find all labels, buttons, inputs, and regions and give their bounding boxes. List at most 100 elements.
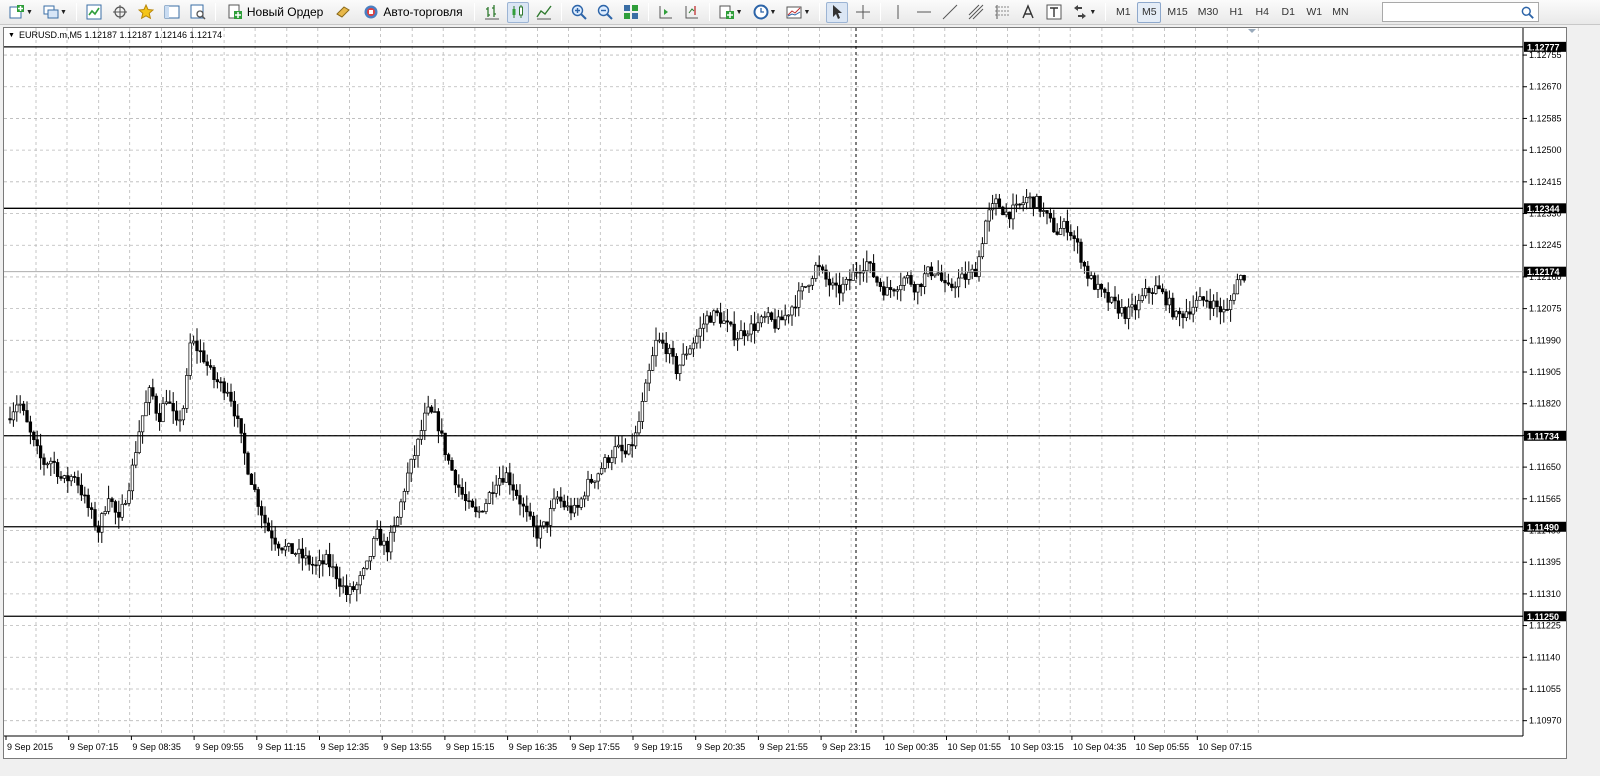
- candle-body: [1048, 212, 1053, 219]
- candle-body: [786, 314, 791, 317]
- timeframe-m1-button[interactable]: M1: [1111, 2, 1135, 23]
- candle-body: [589, 478, 594, 483]
- candle-body: [620, 444, 624, 452]
- candle-body: [783, 314, 787, 321]
- candle-body: [134, 452, 138, 466]
- timeframe-mn-button[interactable]: MN: [1328, 2, 1352, 23]
- search-icon[interactable]: [1521, 6, 1534, 19]
- candle-body: [1194, 299, 1199, 308]
- fibonacci-button[interactable]: [991, 2, 1013, 23]
- indicators-button[interactable]: ▼: [716, 2, 746, 23]
- candle-body: [1143, 287, 1148, 297]
- triangle-down-icon[interactable]: ▼: [8, 32, 15, 39]
- candle-body: [460, 487, 464, 495]
- candle-body: [688, 348, 692, 355]
- candle-body: [1164, 291, 1168, 306]
- candle-body: [38, 445, 43, 459]
- candle-body: [827, 278, 832, 286]
- candle-body: [433, 411, 437, 413]
- timeframe-h4-button[interactable]: H4: [1250, 2, 1274, 23]
- candle-body: [735, 338, 740, 341]
- cursor-tool-button[interactable]: [826, 1, 849, 23]
- crosshair-tool-button[interactable]: [852, 2, 874, 23]
- candle-body: [467, 500, 471, 503]
- candle-body: [1014, 203, 1019, 206]
- line-chart-button[interactable]: [533, 2, 555, 23]
- search-input[interactable]: [1382, 2, 1539, 22]
- favorites-button[interactable]: [135, 2, 157, 23]
- auto-trading-button[interactable]: Авто-торговля: [358, 2, 467, 23]
- new-order-button[interactable]: Новый Ордер: [222, 2, 328, 23]
- candle-body: [548, 508, 553, 526]
- market-watch-button[interactable]: [83, 2, 105, 23]
- candle-body: [1021, 202, 1025, 206]
- strategy-tester-button[interactable]: [187, 2, 209, 23]
- y-tick-label: 1.11820: [1529, 399, 1561, 409]
- zoom-out-button[interactable]: [594, 2, 616, 23]
- arrows-button[interactable]: ▼: [1069, 2, 1099, 23]
- x-tick-label: 9 Sep 08:35: [132, 742, 181, 752]
- candle-body: [817, 264, 821, 268]
- candle-body: [1208, 301, 1212, 309]
- timeframe-h1-button[interactable]: H1: [1224, 2, 1248, 23]
- trendline-button[interactable]: [939, 2, 961, 23]
- price-chart[interactable]: 1.127551.126701.125851.125001.124151.123…: [4, 28, 1568, 760]
- candle-body: [678, 364, 682, 374]
- text-label-button[interactable]: [1043, 2, 1065, 23]
- candle-body: [406, 472, 410, 492]
- horizontal-line-button[interactable]: [913, 2, 935, 23]
- candlestick-chart-button[interactable]: [506, 1, 529, 23]
- candle-body: [701, 323, 706, 329]
- vertical-line-button[interactable]: [887, 2, 909, 23]
- x-tick-label: 9 Sep 20:35: [697, 742, 746, 752]
- new-chart-button[interactable]: ▼: [6, 2, 36, 23]
- candle-body: [950, 283, 954, 288]
- timeframe-m15-button[interactable]: M15: [1163, 2, 1191, 23]
- chart-window[interactable]: 1.12755 1.12670 1.12585 1.12500 1.12415 1.123…: [3, 27, 1567, 759]
- candle-body: [1092, 275, 1097, 290]
- candle-body: [1004, 211, 1008, 216]
- candle-body: [559, 496, 563, 502]
- candle-body: [222, 381, 226, 394]
- candle-body: [327, 554, 332, 568]
- equidistant-channel-button[interactable]: [965, 2, 987, 23]
- level-price-label: 1.11490: [1527, 522, 1559, 532]
- candle-body: [72, 476, 77, 478]
- bar-chart-button[interactable]: [481, 2, 503, 23]
- tester-magnifier-icon: [190, 4, 206, 20]
- candle-body: [980, 243, 985, 258]
- timeframe-d1-button[interactable]: D1: [1276, 2, 1300, 23]
- metaeditor-button[interactable]: [332, 2, 354, 23]
- candle-body: [878, 281, 883, 287]
- candle-body: [1130, 304, 1134, 308]
- periods-button[interactable]: ▼: [750, 2, 780, 23]
- timeframe-m30-button[interactable]: M30: [1194, 2, 1222, 23]
- navigator-button[interactable]: [109, 2, 131, 23]
- candle-body: [300, 548, 305, 559]
- candle-body: [440, 430, 444, 434]
- candle-body: [1031, 196, 1036, 208]
- chart-shift-button[interactable]: [681, 2, 703, 23]
- candle-body: [769, 312, 774, 320]
- terminal-button[interactable]: [161, 2, 183, 23]
- candle-body: [229, 391, 233, 402]
- timeframe-w1-button[interactable]: W1: [1302, 2, 1326, 23]
- templates-button[interactable]: ▼: [783, 2, 813, 23]
- profiles-button[interactable]: ▼: [40, 2, 70, 23]
- candle-body: [538, 525, 543, 539]
- candle-body: [1191, 306, 1195, 315]
- candle-body: [83, 494, 87, 497]
- auto-scroll-button[interactable]: [655, 2, 677, 23]
- tile-windows-button[interactable]: [620, 2, 642, 23]
- timeframe-m5-button[interactable]: M5: [1137, 1, 1162, 23]
- candle-body: [212, 366, 216, 380]
- candle-body: [62, 475, 67, 479]
- candle-body: [960, 273, 964, 279]
- zoom-in-button[interactable]: [568, 2, 590, 23]
- y-tick-label: 1.11055: [1529, 684, 1561, 694]
- candle-body: [355, 584, 359, 591]
- candle-body: [202, 350, 206, 363]
- text-tool-button[interactable]: [1017, 2, 1039, 23]
- candle-body: [470, 500, 475, 508]
- candle-body: [933, 273, 937, 277]
